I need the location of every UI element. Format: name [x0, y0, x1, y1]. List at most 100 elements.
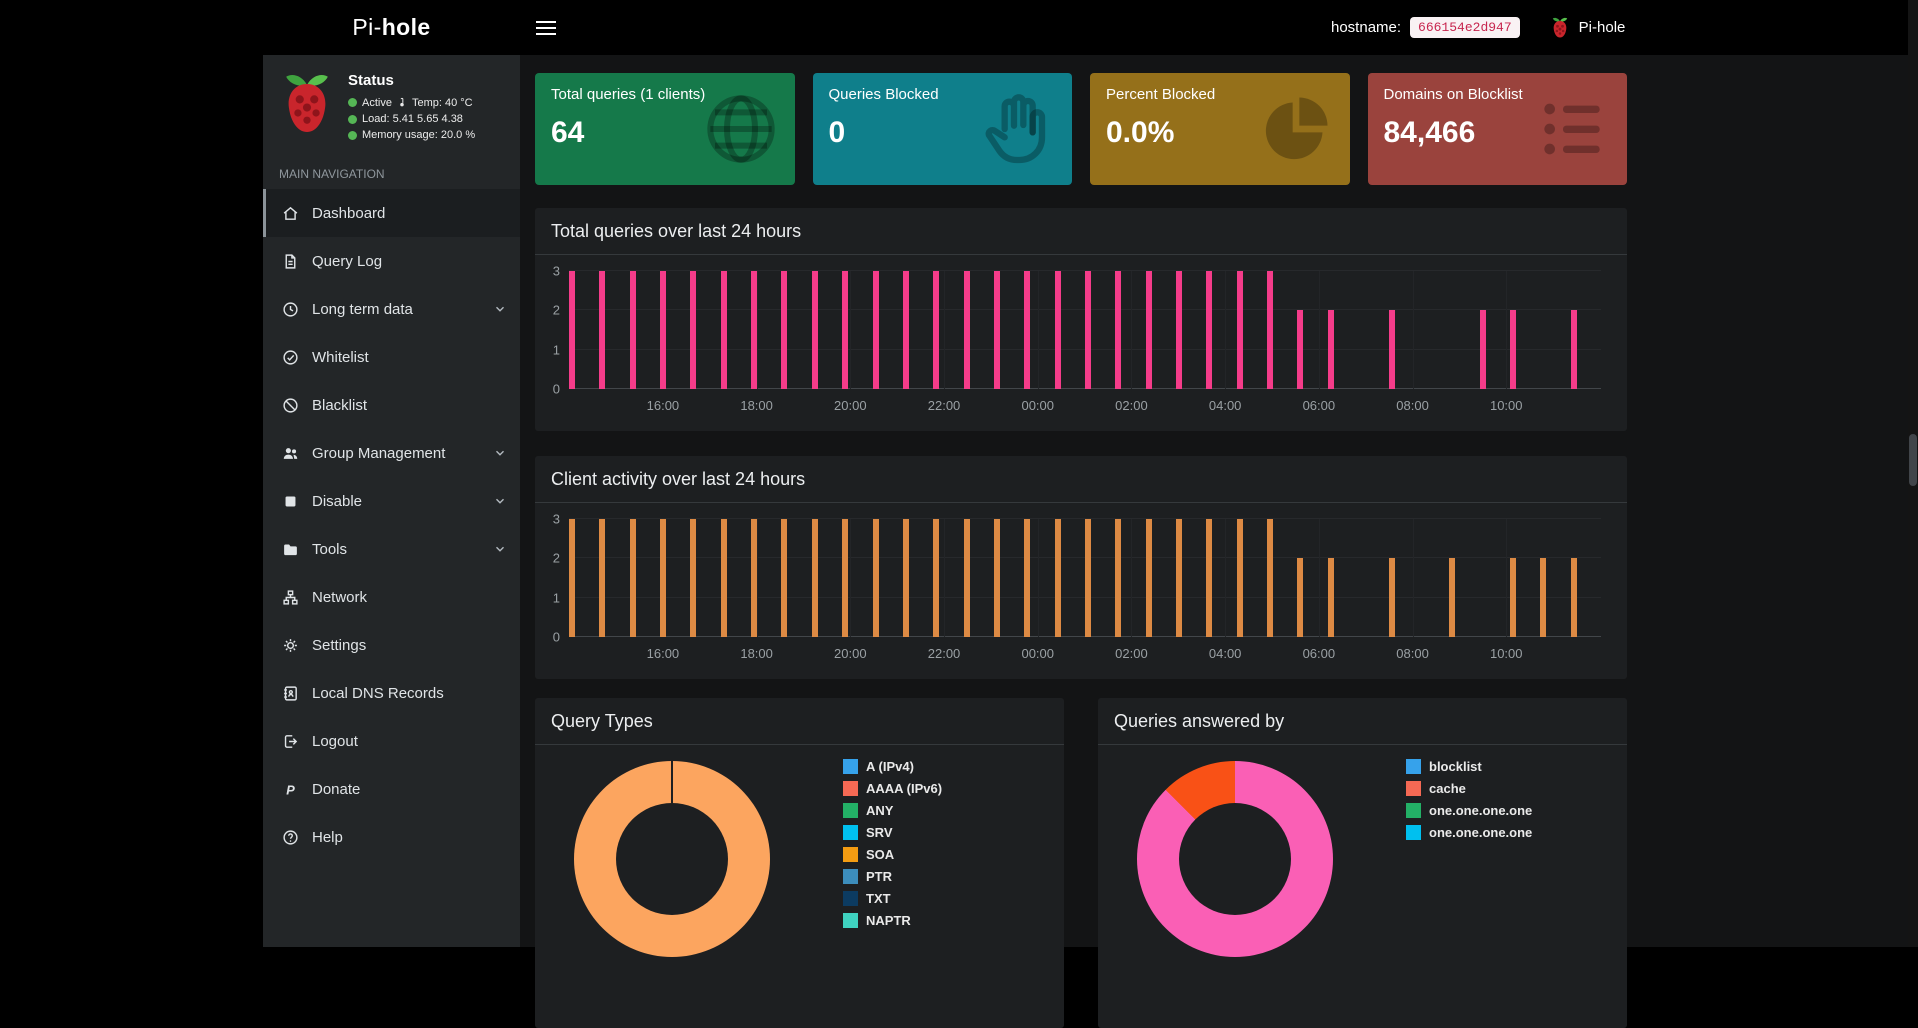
sidebar-item-donate[interactable]: P Donate [263, 765, 520, 813]
status-info: Status Active Temp: 40 °C Load: 5.41 5.6… [348, 70, 475, 141]
queries-bar-chart[interactable]: 012316:0018:0020:0022:0000:0002:0004:000… [535, 255, 1627, 431]
sidebar-item-help[interactable]: Help [263, 813, 520, 861]
legend-item-ptr[interactable]: PTR [843, 869, 942, 884]
stop-icon [281, 493, 300, 510]
bar [1328, 310, 1334, 389]
bar [690, 519, 696, 637]
page-scrollbar[interactable] [1908, 0, 1918, 947]
dashboard-content: Total queries (1 clients) 64 Queries Blo… [535, 55, 1627, 1028]
status-panel: Status Active Temp: 40 °C Load: 5.41 5.6… [263, 55, 520, 153]
v-gridline [1413, 271, 1414, 389]
panel-header: Queries answered by [1098, 698, 1627, 745]
bar [1115, 271, 1121, 389]
panel-query-types: Query Types A (IPv4)AAAA (IPv6)ANYSRVSOA… [535, 698, 1064, 1028]
bar [1024, 271, 1030, 389]
v-gridline [1038, 271, 1039, 389]
card-percent-blocked[interactable]: Percent Blocked 0.0% [1090, 73, 1350, 185]
bar [751, 271, 757, 389]
sidebar-item-group-management[interactable]: Group Management [263, 429, 520, 477]
chevron-down-icon [493, 542, 507, 556]
legend-item-aaaa-ipv6-[interactable]: AAAA (IPv6) [843, 781, 942, 796]
bar [812, 519, 818, 637]
sidebar-item-whitelist[interactable]: Whitelist [263, 333, 520, 381]
bar [1328, 558, 1334, 637]
bar [1510, 558, 1516, 637]
legend-item-soa[interactable]: SOA [843, 847, 942, 862]
chart-plot[interactable]: 012316:0018:0020:0022:0000:0002:0004:000… [569, 271, 1601, 389]
bar [630, 271, 636, 389]
hand-stop-icon [978, 89, 1058, 169]
users-icon [281, 445, 300, 462]
sidebar-item-disable[interactable]: Disable [263, 477, 520, 525]
y-tick-label: 2 [553, 304, 560, 317]
legend-item-blocklist[interactable]: blocklist [1406, 759, 1532, 774]
sidebar-item-settings[interactable]: Settings [263, 621, 520, 669]
scrollbar-thumb[interactable] [1909, 434, 1917, 486]
bar [721, 271, 727, 389]
bar [903, 271, 909, 389]
x-tick-label: 02:00 [1115, 398, 1148, 413]
sign-out-icon [281, 733, 300, 750]
brand-logo[interactable]: Pi-hole [263, 0, 520, 55]
sidebar-item-label: Tools [312, 541, 347, 558]
card-queries-blocked[interactable]: Queries Blocked 0 [813, 73, 1073, 185]
client-activity-bar-chart[interactable]: 012316:0018:0020:0022:0000:0002:0004:000… [535, 503, 1627, 679]
sidebar-item-long-term-data[interactable]: Long term data [263, 285, 520, 333]
sidebar-item-dashboard[interactable]: Dashboard [263, 189, 520, 237]
legend-swatch [843, 913, 858, 928]
status-ok-icon [348, 98, 357, 107]
bar [1206, 519, 1212, 637]
bar [781, 519, 787, 637]
folder-icon [281, 541, 300, 558]
sidebar-item-tools[interactable]: Tools [263, 525, 520, 573]
v-gridline [850, 519, 851, 637]
bar [1571, 558, 1577, 637]
legend-swatch [843, 891, 858, 906]
card-total-queries[interactable]: Total queries (1 clients) 64 [535, 73, 795, 185]
legend-item-a-ipv4-[interactable]: A (IPv4) [843, 759, 942, 774]
chart-plot[interactable]: 012316:0018:0020:0022:0000:0002:0004:000… [569, 519, 1601, 637]
bar [933, 271, 939, 389]
donut-slice-divider [671, 761, 673, 803]
sidebar-item-network[interactable]: Network [263, 573, 520, 621]
bar [1176, 519, 1182, 637]
legend-item-srv[interactable]: SRV [843, 825, 942, 840]
legend-item-one-one-one-one[interactable]: one.one.one.one [1406, 803, 1532, 818]
bottom-panels-row: Query Types A (IPv4)AAAA (IPv6)ANYSRVSOA… [535, 698, 1627, 1028]
sidebar-item-local-dns-records[interactable]: Local DNS Records [263, 669, 520, 717]
address-book-icon [281, 685, 300, 702]
chevron-down-icon [493, 446, 507, 460]
query-types-donut[interactable] [574, 761, 770, 957]
hamburger-icon [536, 21, 556, 35]
legend-item-txt[interactable]: TXT [843, 891, 942, 906]
sidebar-item-query-log[interactable]: Query Log [263, 237, 520, 285]
legend-item-any[interactable]: ANY [843, 803, 942, 818]
query-types-legend: A (IPv4) AAAA (IPv6) ANY SRV SOA PTR TXT NAPTR [843, 759, 942, 928]
bar [994, 271, 1000, 389]
legend-item-naptr[interactable]: NAPTR [843, 913, 942, 928]
legend-item-one-one-one-one[interactable]: one.one.one.one [1406, 825, 1532, 840]
card-domains-on-blocklist[interactable]: Domains on Blocklist 84,466 [1368, 73, 1628, 185]
queries-answered-by-donut[interactable] [1137, 761, 1333, 957]
bar [630, 519, 636, 637]
sidebar-item-label: Help [312, 829, 343, 846]
sidebar-toggle-button[interactable] [520, 0, 572, 55]
sidebar-item-blacklist[interactable]: Blacklist [263, 381, 520, 429]
sidebar-section-label: MAIN NAVIGATION [263, 153, 520, 189]
bar [1571, 310, 1577, 389]
legend-label: SRV [866, 825, 893, 840]
legend-item-cache[interactable]: cache [1406, 781, 1532, 796]
bar [751, 519, 757, 637]
ban-icon [281, 397, 300, 414]
bar [964, 271, 970, 389]
x-tick-label: 10:00 [1490, 646, 1523, 661]
pihole-logo-icon [278, 70, 336, 141]
network-icon [281, 589, 300, 606]
top-navbar: Pi-hole hostname: 666154e2d947 Pi-hole [0, 0, 1918, 55]
brand-suffix: hole [382, 14, 431, 41]
v-gridline [1038, 519, 1039, 637]
y-tick-label: 2 [553, 552, 560, 565]
legend-swatch [843, 781, 858, 796]
sidebar-item-logout[interactable]: Logout [263, 717, 520, 765]
legend-swatch [843, 869, 858, 884]
